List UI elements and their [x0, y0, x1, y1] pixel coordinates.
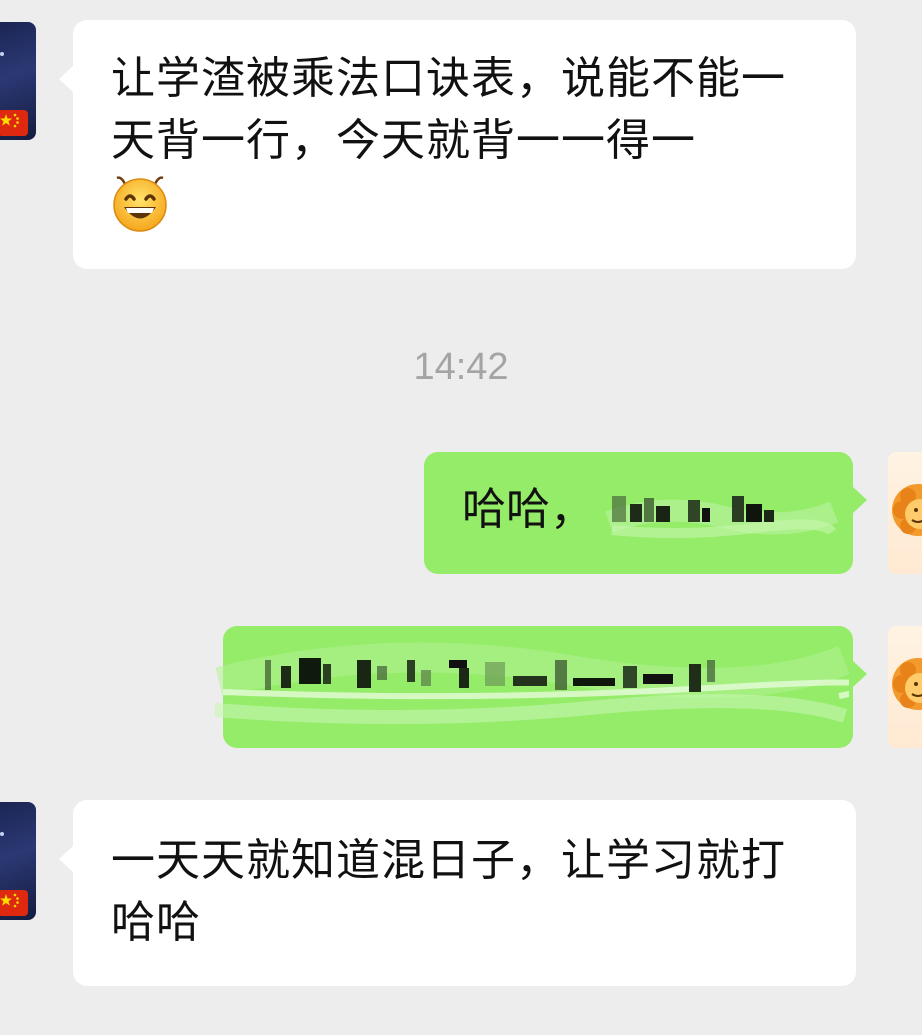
- message-bubble-outgoing[interactable]: [214, 626, 867, 748]
- avatar-decoration: [0, 52, 4, 56]
- contact-avatar[interactable]: [0, 802, 36, 920]
- my-avatar[interactable]: [888, 452, 922, 574]
- my-avatar[interactable]: [888, 626, 922, 748]
- message-text: 让学渣被乘法口诀表，说能不能一天背一行，今天就背一一得一: [111, 48, 822, 249]
- message-bubble-incoming[interactable]: 一天天就知道混日子，让学习就打哈哈: [59, 800, 856, 986]
- china-flag-icon: [0, 110, 28, 136]
- lion-icon: [892, 658, 922, 710]
- lion-icon: [892, 484, 922, 536]
- china-flag-icon: [0, 890, 28, 916]
- bubble-tail: [853, 487, 867, 513]
- bubble-tail: [59, 66, 73, 92]
- bubble-tail: [59, 846, 73, 872]
- message-bubble-incoming[interactable]: 让学渣被乘法口诀表，说能不能一天背一行，今天就背一一得一: [59, 20, 856, 269]
- avatar-decoration: [0, 832, 4, 836]
- message-timestamp: 14:42: [413, 346, 509, 388]
- redacted-text-blur: [209, 630, 849, 740]
- message-text-content: 让学渣被乘法口诀表，说能不能一天背一行，今天就背一一得一: [111, 53, 786, 166]
- message-text: 哈哈，: [462, 484, 594, 535]
- contact-avatar[interactable]: [0, 22, 36, 140]
- message-text: 一天天就知道混日子，让学习就打哈哈: [111, 835, 786, 948]
- grinning-face-emoji-icon: [111, 174, 169, 249]
- redacted-text-blur: [604, 482, 839, 544]
- message-bubble-outgoing[interactable]: 哈哈，: [424, 452, 867, 574]
- bubble-tail: [853, 661, 867, 687]
